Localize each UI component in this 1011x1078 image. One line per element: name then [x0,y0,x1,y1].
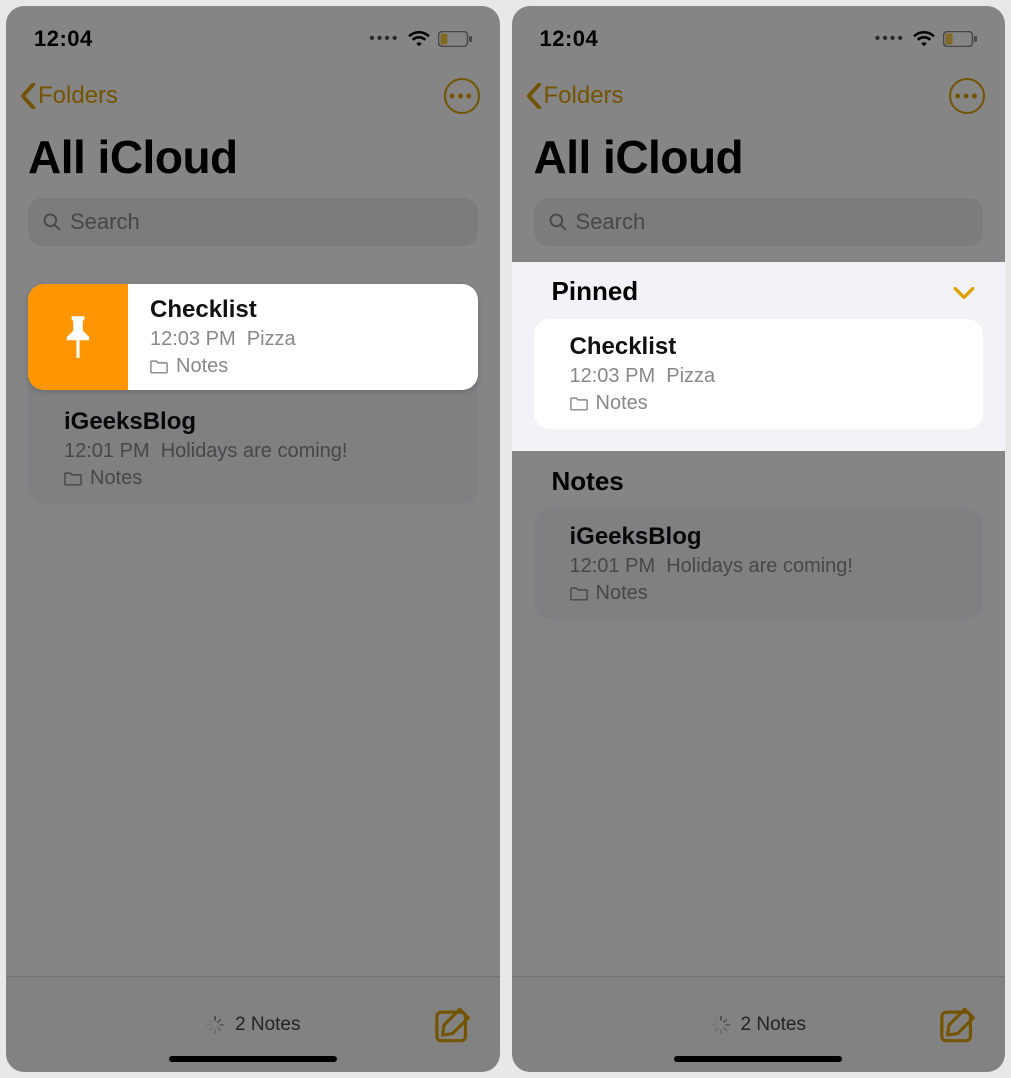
back-label: Folders [38,82,118,110]
note-title: Checklist [150,296,462,324]
battery-low-icon [438,31,472,47]
search-placeholder: Search [576,209,646,235]
status-bar: 12:04 •••• [6,6,500,64]
wifi-icon [913,30,935,48]
page-title: All iCloud [512,124,1006,198]
notes-section: Notes iGeeksBlog 12:01 PM Holidays are c… [512,452,1006,619]
cellular-dots-icon: •••• [369,30,399,48]
wifi-icon [408,30,430,48]
more-button[interactable]: ••• [949,78,985,114]
phone-left: 12:04 •••• Folders ••• All iCloud Search [6,6,500,1072]
status-time: 12:04 [540,26,599,52]
note-subtitle: 12:03 PM Pizza [570,365,966,388]
note-folder: Notes [64,467,460,490]
note-subtitle: 12:03 PM Pizza [150,328,462,351]
home-indicator[interactable] [674,1056,842,1062]
note-row[interactable]: Checklist 12:03 PM Pizza Notes [128,284,478,390]
bottom-toolbar: 2 Notes [512,976,1006,1072]
pinned-section: Pinned Checklist 12:03 PM Pizza Notes [512,262,1006,451]
swipe-pin-row[interactable]: Checklist 12:03 PM Pizza Notes [28,284,478,390]
compose-button[interactable] [434,1005,474,1045]
pin-action-button[interactable] [28,284,128,390]
notes-count: 2 Notes [205,1014,300,1036]
nav-bar: Folders ••• [6,64,500,124]
cellular-dots-icon: •••• [875,30,905,48]
note-title: iGeeksBlog [570,523,966,551]
home-indicator[interactable] [169,1056,337,1062]
note-row[interactable]: iGeeksBlog 12:01 PM Holidays are coming!… [534,509,984,619]
spinner-icon [711,1015,731,1035]
more-button[interactable]: ••• [444,78,480,114]
battery-low-icon [943,31,977,47]
note-folder: Notes [150,355,462,378]
ellipsis-icon: ••• [449,86,474,107]
folder-icon [150,359,168,374]
spinner-icon [205,1015,225,1035]
search-input[interactable]: Search [534,198,984,246]
back-button[interactable]: Folders [526,82,624,110]
search-placeholder: Search [70,209,140,235]
section-notes-label: Notes [552,466,624,497]
chevron-left-icon [20,83,36,109]
search-input[interactable]: Search [28,198,478,246]
search-icon [42,212,62,232]
status-time: 12:04 [34,26,93,52]
note-subtitle: 12:01 PM Holidays are coming! [64,440,460,463]
note-folder: Notes [570,582,966,605]
note-row[interactable]: Checklist 12:03 PM Pizza Notes [534,319,984,429]
chevron-down-icon [953,286,975,300]
folder-icon [64,471,82,486]
folder-icon [570,396,588,411]
status-bar: 12:04 •••• [512,6,1006,64]
search-icon [548,212,568,232]
back-button[interactable]: Folders [20,82,118,110]
note-row[interactable]: iGeeksBlog 12:01 PM Holidays are coming!… [28,394,478,504]
nav-bar: Folders ••• [512,64,1006,124]
page-title: All iCloud [6,124,500,198]
chevron-left-icon [526,83,542,109]
note-subtitle: 12:01 PM Holidays are coming! [570,555,966,578]
compose-button[interactable] [939,1005,979,1045]
ellipsis-icon: ••• [955,86,980,107]
folder-icon [570,586,588,601]
bottom-toolbar: 2 Notes [6,976,500,1072]
phone-right: 12:04 •••• Folders ••• All iCloud Search [512,6,1006,1072]
notes-count: 2 Notes [711,1014,806,1036]
note-title: Checklist [570,333,966,361]
note-folder: Notes [570,392,966,415]
back-label: Folders [544,82,624,110]
note-title: iGeeksBlog [64,408,460,436]
pin-icon [58,313,98,361]
collapse-toggle[interactable] [953,276,975,307]
section-pinned-label: Pinned [552,276,639,307]
